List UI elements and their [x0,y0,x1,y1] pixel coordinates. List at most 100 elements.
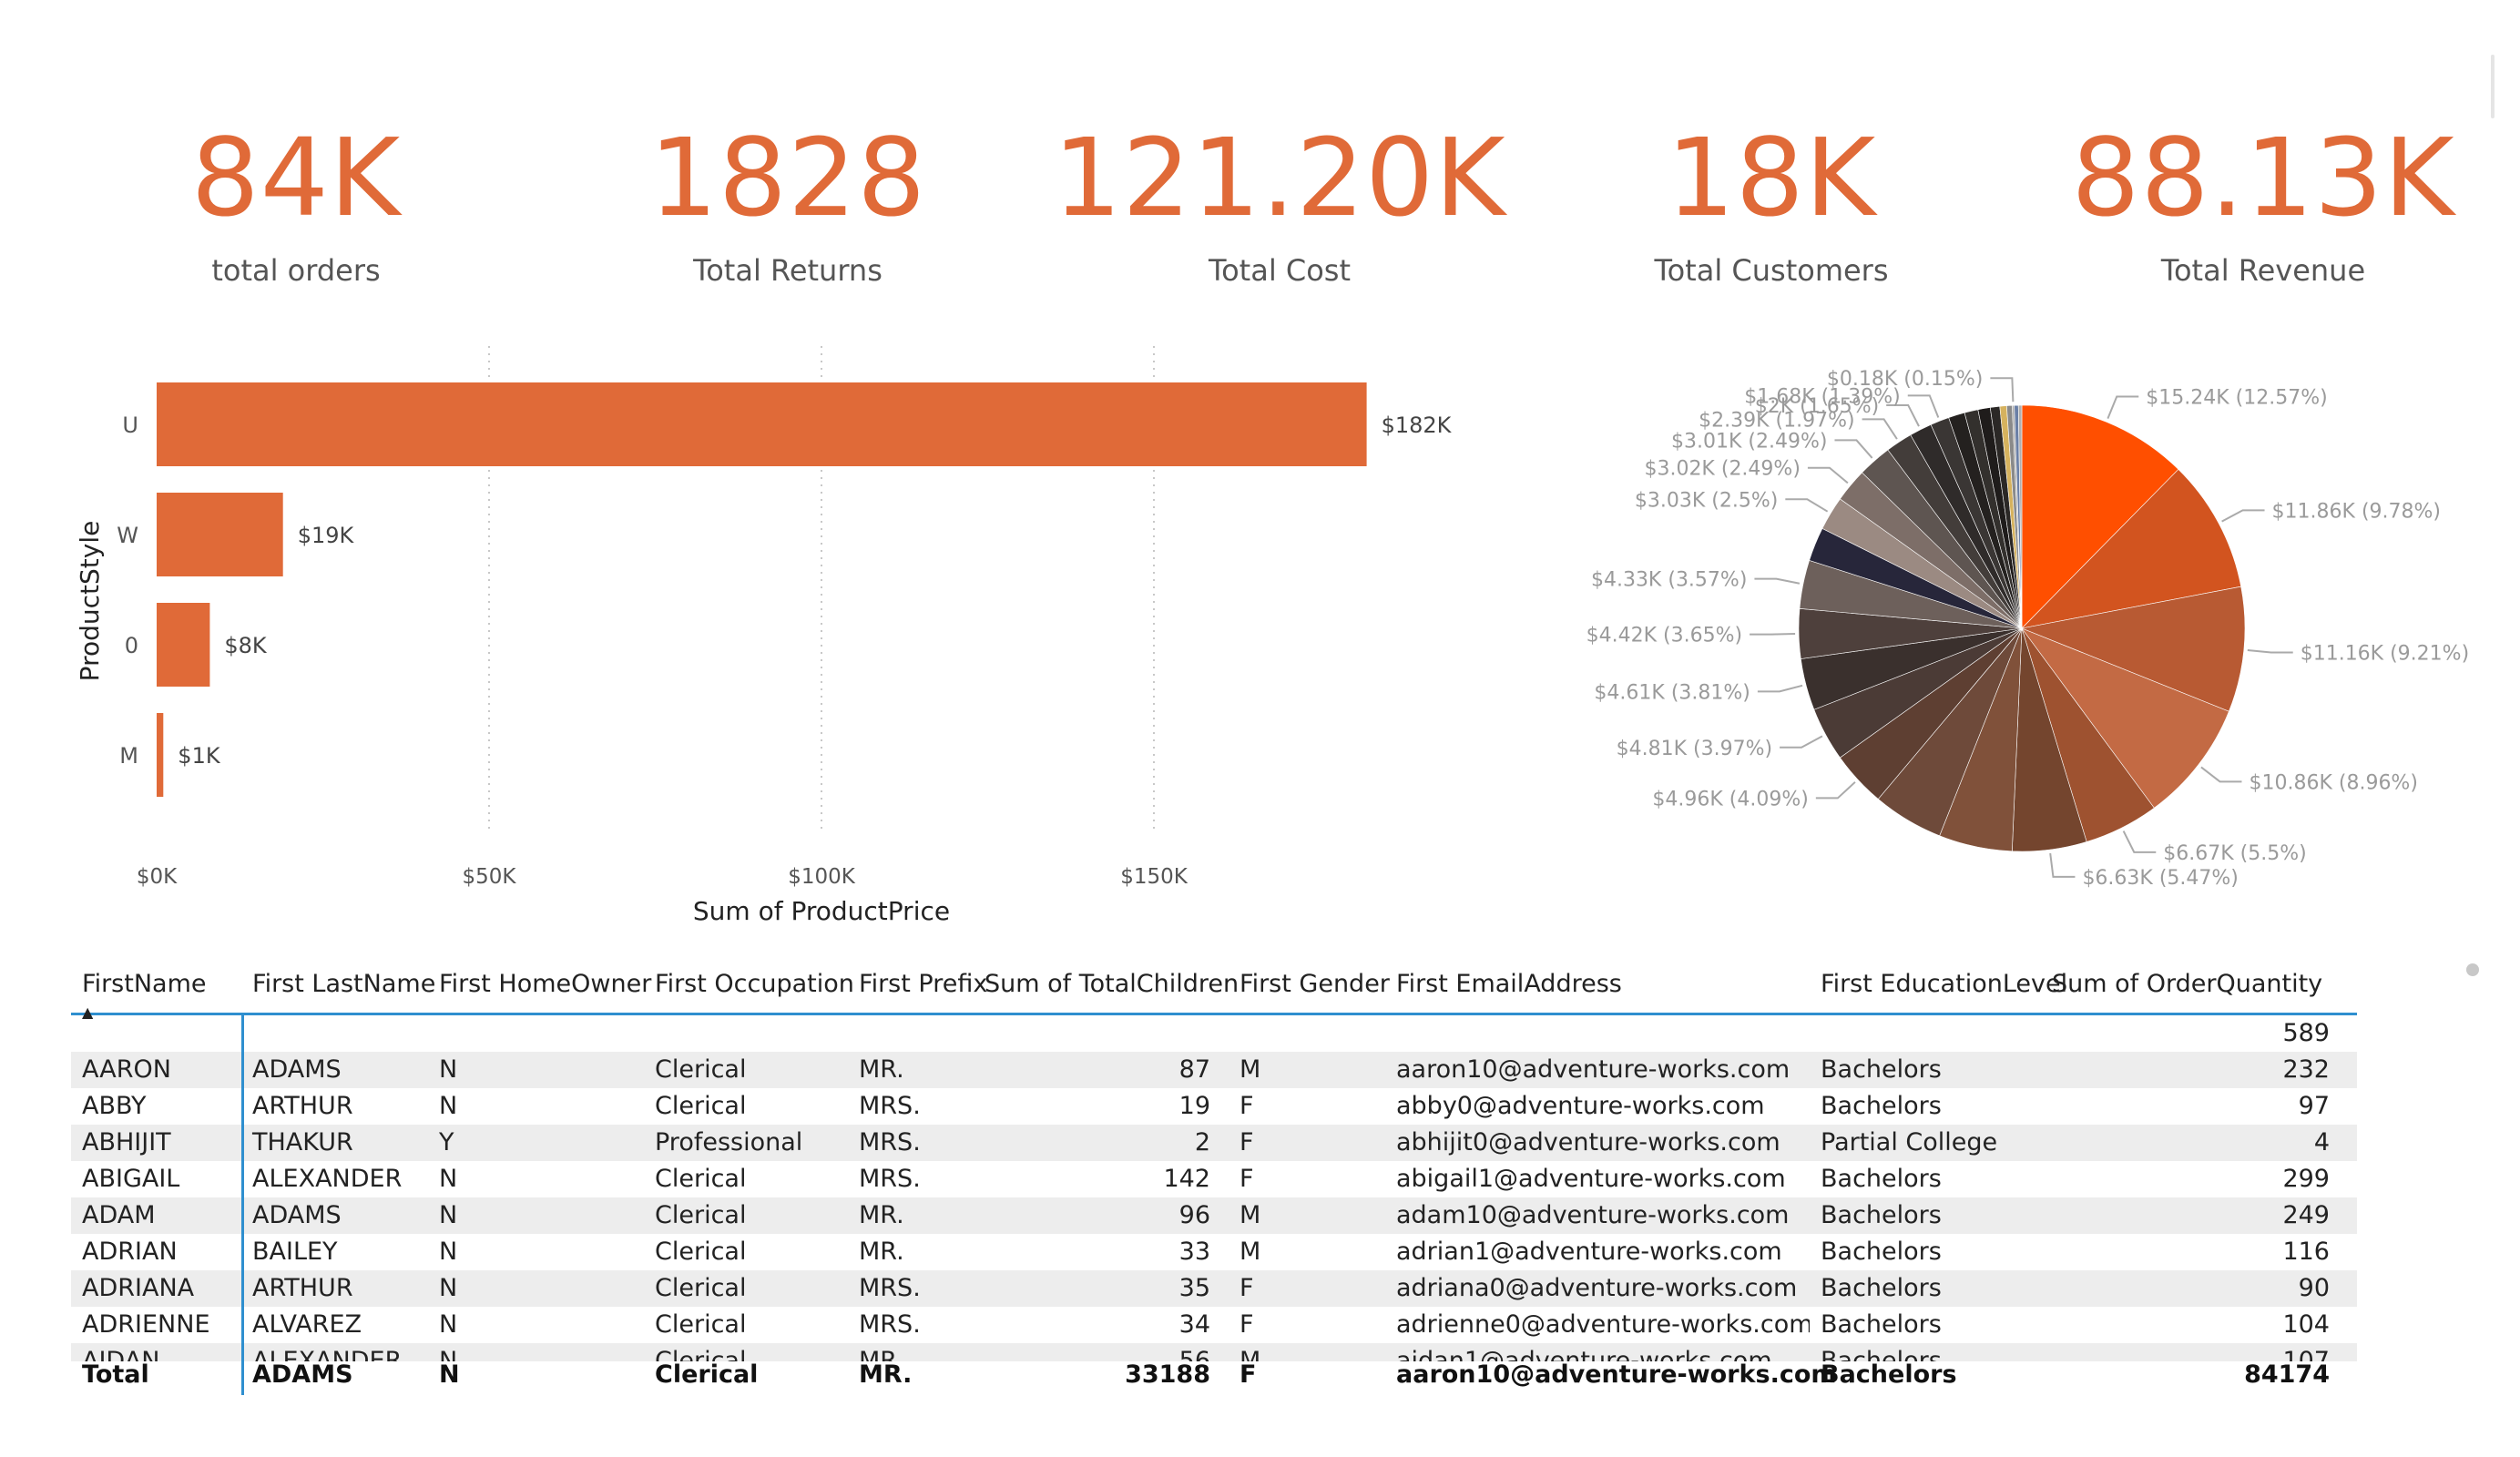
column-header[interactable]: Sum of OrderQuantity [2052,956,2339,1013]
kpi-value: 18K [1666,115,1877,240]
table-cell: F [1240,1092,1254,1120]
kpi-label: Total Cost [1208,253,1352,288]
total-cell: Total [82,1360,149,1389]
column-header[interactable]: First EmailAddress [1385,956,1810,1013]
kpi-card-total-customers: 18K Total Customers [1535,109,2008,288]
table-cell: adriana0@adventure-works.com [1396,1274,1798,1302]
table-cell: Bachelors [1821,1274,1942,1302]
pie-leader-line [1807,466,1849,484]
table-cell: MRS. [859,1310,921,1339]
pie-data-label: $3.02K (2.49%) [1644,458,1800,481]
column-header[interactable]: First EducationLevel [1810,956,2067,1013]
table-header: FirstName First LastName First HomeOwner Fi… [71,956,2357,1021]
table-cell: F [1240,1128,1254,1156]
table-cell: 96 [1178,1201,1210,1229]
column-header[interactable]: First Gender [1229,956,1390,1013]
table-cell: Professional [655,1128,803,1156]
pie-data-label: $4.61K (3.81%) [1594,681,1750,704]
kpi-value: 88.13K [2071,115,2455,240]
table-row[interactable]: ABIGAIL ALEXANDER N Clerical MRS. 142 Fabigail… [71,1161,2357,1197]
bar[interactable] [157,382,1367,466]
total-cell: 33188 [1125,1360,1210,1389]
table-row[interactable]: AARON ADAMS N Clerical MR. 87 Maaron10@adventu… [71,1052,2357,1088]
bar-data-label: $182K [1382,413,1453,438]
column-header[interactable]: FirstName [71,956,241,1013]
total-cell: MR. [859,1360,913,1389]
table-row[interactable]: ADRIANA ARTHUR N Clerical MRS. 35 Fadriana0@ad… [71,1270,2357,1307]
table-cell: adam10@adventure-works.com [1396,1201,1790,1229]
pie-leader-line [2122,830,2157,853]
table-cell: MRS. [859,1092,921,1120]
bar[interactable] [157,493,283,576]
table-cell: ABBY [82,1092,147,1120]
page-scrollbar[interactable] [2491,55,2494,118]
table-cell: F [1240,1310,1254,1339]
pie-data-label: $11.16K (9.21%) [2301,643,2469,666]
table-cell: ABIGAIL [82,1165,180,1193]
pie-leader-line [1815,781,1856,800]
table-row[interactable]: ADRIAN BAILEY N Clerical MR. 33 Madrian1@adven… [71,1234,2357,1270]
kpi-label: total orders [211,253,381,288]
pie-leader-line [1785,498,1829,513]
table-body: 589 AARON ADAMS N Clerical MR. 87 Maaron10@adve… [71,1015,2357,1361]
table-cell: ADAM [82,1201,156,1229]
table-row[interactable]: ABBY ARTHUR N Clerical MRS. 19 Fabby0@adventur… [71,1088,2357,1125]
table-cell: N [439,1201,458,1229]
table-row[interactable]: 589 [71,1015,2357,1052]
table-cell: MRS. [859,1165,921,1193]
column-header[interactable]: First LastName [241,956,435,1013]
cost-pie-chart[interactable]: $15.24K (12.57%) $11.86K (9.78%) $11.16K (… [1548,337,2477,902]
total-cell: F [1240,1360,1257,1389]
table-cell [1229,1015,1385,1052]
x-axis-title: Sum of ProductPrice [693,896,950,926]
x-tick-label: $150K [1120,865,1189,889]
scroll-indicator[interactable] [2466,963,2479,976]
y-category-label: 0 [125,633,138,658]
pie-data-label: $4.96K (4.09%) [1652,788,1808,810]
table-row[interactable]: ABHIJIT THAKUR Y Professional MRS. 2 Fabhijit0… [71,1125,2357,1161]
pie-leader-line [1862,418,1898,440]
total-cell: 84174 [2244,1360,2330,1389]
bar-data-label: $1K [178,743,221,769]
table-cell: ARTHUR [252,1092,353,1120]
table-cell [71,1015,241,1052]
customer-table: FirstName First LastName First HomeOwner Fi… [71,956,2357,1361]
column-header[interactable]: First HomeOwner [428,956,651,1013]
table-cell [241,1015,428,1052]
table-cell [1810,1015,2052,1052]
table-cell: Partial College [1821,1128,1998,1156]
table-cell: ARTHUR [252,1274,353,1302]
pie-data-label: $4.42K (3.65%) [1586,625,1742,647]
table-cell: ADAMS [252,1055,342,1084]
table-cell: F [1240,1274,1254,1302]
table-cell: 142 [1163,1165,1210,1193]
table-cell: 249 [2282,1201,2330,1229]
table-cell: aaron10@adventure-works.com [1396,1055,1791,1084]
table-cell: Bachelors [1821,1201,1942,1229]
table-cell: Y [439,1128,454,1156]
table-cell: 34 [1178,1310,1210,1339]
table-cell: MR. [859,1201,904,1229]
total-cell: Clerical [655,1360,759,1389]
bar[interactable] [157,713,164,797]
table-row[interactable]: ADRIENNE ALVAREZ N Clerical MRS. 34 Fadrienne0… [71,1307,2357,1343]
column-header[interactable]: Sum of TotalChildren [985,956,1239,1013]
column-header[interactable]: First Occupation [644,956,854,1013]
pie-data-label: $6.67K (5.5%) [2163,842,2306,865]
kpi-label: Total Revenue [2160,253,2366,288]
x-tick-label: $50K [463,865,517,889]
table-cell: 90 [2298,1274,2330,1302]
table-cell: ALVAREZ [252,1310,362,1339]
column-header[interactable]: First Prefix [848,956,987,1013]
table-cell: N [439,1055,458,1084]
pie-leader-line [2200,766,2242,783]
table-cell: Clerical [655,1165,747,1193]
sort-ascending-icon[interactable]: ▲ [82,1004,93,1021]
bar[interactable] [157,603,210,687]
kpi-label: Total Customers [1654,253,1889,288]
table-cell: 232 [2282,1055,2330,1084]
product-style-bar-chart[interactable]: $0K $50K $100K $150K U $182K W $19K 0 $8K M $1K Sum … [55,337,1475,929]
table-cell: 19 [1178,1092,1210,1120]
pie-leader-line [1780,735,1823,749]
table-row[interactable]: ADAM ADAMS N Clerical MR. 96 Madam10@adventure… [71,1197,2357,1234]
